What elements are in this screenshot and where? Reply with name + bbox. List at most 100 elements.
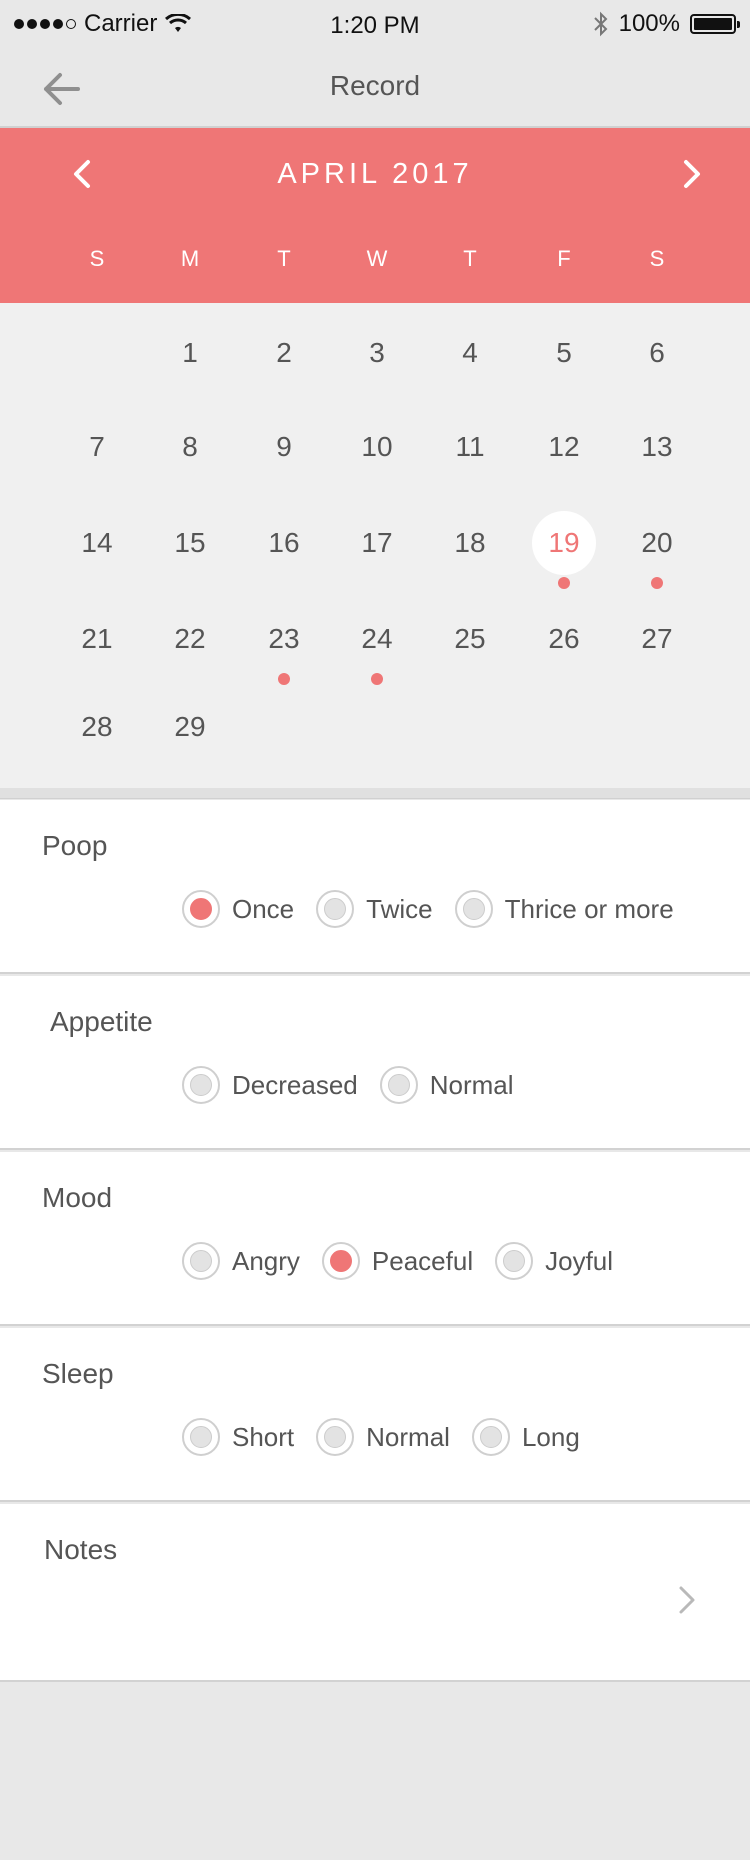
option-label: Normal (366, 1421, 450, 1452)
calendar-day[interactable]: 26 (532, 607, 596, 671)
calendar-day[interactable]: 1 (158, 321, 222, 385)
battery-icon (690, 14, 740, 34)
calendar-day[interactable]: 24 (345, 607, 409, 671)
radio-button[interactable] (471, 1418, 510, 1456)
appetite-option[interactable]: Normal (379, 1066, 514, 1104)
calendar-grid: 1 2 3 4 5 6 7 8 9 10 11 12 13 14 15 16 17 18 19 20 21 22 23 24 2… (0, 303, 750, 788)
calendar-day[interactable]: 10 (345, 415, 409, 479)
sleep-option[interactable]: Short (182, 1418, 294, 1456)
calendar-day[interactable]: 11 (438, 415, 502, 479)
radio-dot (503, 1250, 526, 1272)
radio-button[interactable] (454, 890, 493, 928)
calendar-day[interactable]: 18 (438, 511, 502, 575)
nav-bar: Record (0, 50, 750, 128)
radio-dot (324, 898, 347, 920)
weekday-label: F (557, 246, 571, 271)
poop-option[interactable]: Twice (316, 890, 433, 928)
calendar-day[interactable]: 25 (438, 607, 502, 671)
option-label: Twice (366, 893, 433, 924)
calendar-day[interactable]: 28 (65, 695, 129, 759)
radio-button[interactable] (495, 1242, 534, 1280)
appetite-option[interactable]: Decreased (182, 1066, 358, 1104)
section-mood: Mood Angry Peaceful Joyful (0, 1152, 750, 1326)
record-dot-indicator (651, 577, 663, 589)
radio-dot (387, 1074, 410, 1096)
calendar-day[interactable]: 4 (438, 321, 502, 385)
calendar-day[interactable]: 22 (158, 607, 222, 671)
calendar-day[interactable]: 5 (532, 321, 596, 385)
radio-button[interactable] (316, 890, 355, 928)
calendar-day[interactable]: 19 (532, 511, 596, 575)
option-label: Long (521, 1421, 580, 1452)
option-label: Decreased (232, 1069, 358, 1100)
calendar-day[interactable]: 23 (252, 607, 316, 671)
poop-option[interactable]: Once (182, 890, 294, 928)
calendar-day[interactable]: 20 (625, 511, 689, 575)
calendar-day[interactable]: 16 (252, 511, 316, 575)
page-title: Record (329, 70, 421, 101)
calendar-day[interactable]: 17 (345, 511, 409, 575)
section-label: Appetite (50, 1006, 153, 1037)
radio-dot (190, 1426, 212, 1448)
record-dot-indicator (371, 673, 383, 685)
chevron-right-icon[interactable] (672, 1582, 702, 1618)
radio-button[interactable] (379, 1066, 418, 1104)
option-label: Angry (232, 1245, 300, 1276)
mood-option[interactable]: Angry (182, 1242, 300, 1280)
section-sleep: Sleep Short Normal Long (0, 1328, 750, 1502)
section-label: Sleep (42, 1358, 114, 1389)
divider (0, 788, 750, 799)
option-label: Peaceful (371, 1245, 474, 1276)
calendar-day[interactable]: 27 (625, 607, 689, 671)
sleep-option[interactable]: Normal (316, 1418, 450, 1456)
option-label: Joyful (545, 1245, 614, 1276)
section-label: Notes (44, 1534, 118, 1565)
weekday-label: T (277, 246, 291, 271)
radio-dot (329, 1250, 352, 1272)
calendar-day[interactable]: 12 (532, 415, 596, 479)
weekday-label: S (649, 246, 665, 271)
calendar-day[interactable]: 6 (625, 321, 689, 385)
calendar-day[interactable]: 14 (65, 511, 129, 575)
radio-dot (462, 898, 485, 920)
section-label: Mood (42, 1182, 113, 1213)
sleep-options: Short Normal Long (182, 1418, 602, 1456)
calendar-day[interactable]: 3 (345, 321, 409, 385)
option-label: Thrice or more (504, 893, 674, 924)
mood-option[interactable]: Joyful (495, 1242, 613, 1280)
option-label: Short (232, 1421, 295, 1452)
calendar-day[interactable]: 8 (158, 415, 222, 479)
radio-dot (190, 1250, 212, 1272)
calendar-day[interactable]: 7 (65, 415, 129, 479)
record-dot-indicator (558, 577, 570, 589)
radio-dot (479, 1426, 502, 1448)
calendar-day[interactable]: 21 (65, 607, 129, 671)
radio-dot (324, 1426, 347, 1448)
radio-button[interactable] (182, 1066, 220, 1104)
radio-dot (190, 898, 212, 920)
weekday-label: T (463, 246, 477, 271)
calendar-day[interactable]: 2 (252, 321, 316, 385)
bluetooth-icon (593, 11, 608, 37)
radio-button[interactable] (182, 1418, 220, 1456)
sleep-option[interactable]: Long (471, 1418, 580, 1456)
calendar-day[interactable]: 9 (252, 415, 316, 479)
radio-button[interactable] (182, 890, 220, 928)
section-notes[interactable]: Notes (0, 1504, 750, 1682)
status-bar: Carrier 1:20 PM 100% (0, 0, 750, 50)
radio-button[interactable] (321, 1242, 360, 1280)
calendar-day[interactable]: 13 (625, 415, 689, 479)
option-label: Once (232, 893, 295, 924)
section-appetite: Appetite Decreased Normal (0, 976, 750, 1150)
record-dot-indicator (278, 673, 290, 685)
footer-area (0, 1682, 750, 1860)
poop-option[interactable]: Thrice or more (454, 890, 674, 928)
radio-button[interactable] (316, 1418, 355, 1456)
status-right: 100% (593, 10, 740, 38)
next-month-icon[interactable] (672, 154, 712, 194)
calendar-day[interactable]: 15 (158, 511, 222, 575)
calendar-day[interactable]: 29 (158, 695, 222, 759)
mood-option[interactable]: Peaceful (321, 1242, 474, 1280)
radio-button[interactable] (182, 1242, 220, 1280)
weekday-label: M (180, 246, 200, 271)
